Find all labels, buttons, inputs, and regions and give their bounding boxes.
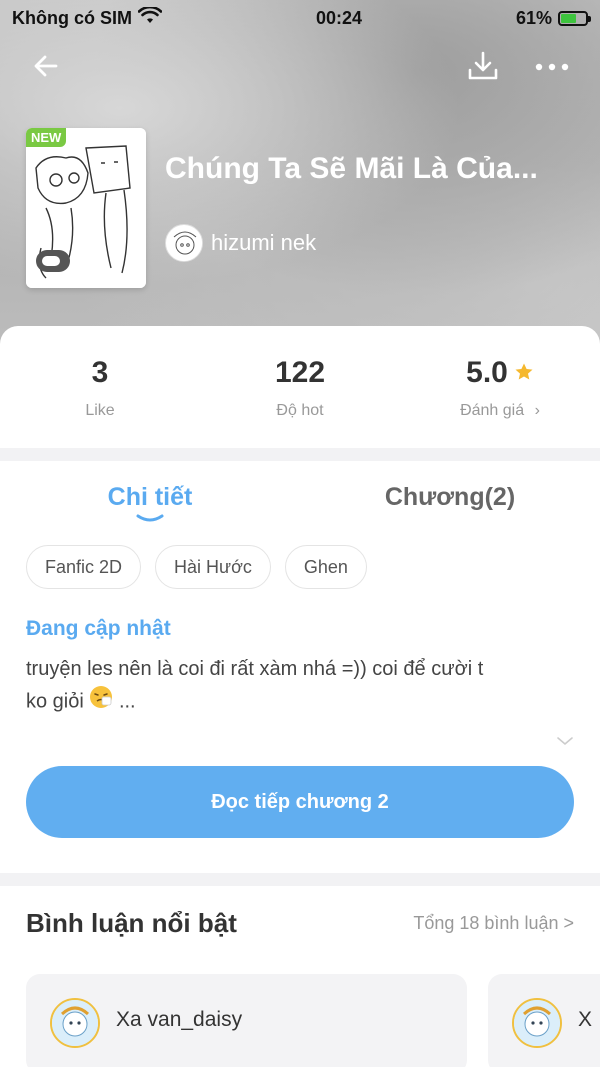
author-name: hizumi nek [211, 230, 317, 255]
battery-fill [560, 13, 576, 23]
status-bar: Không có SIM 00:24 61% [0, 0, 600, 36]
tag-chip[interactable]: Fanfic 2D [26, 545, 142, 589]
tag-chip[interactable]: Hài Hước [155, 545, 271, 589]
rating-value-row: 5.0 [466, 356, 534, 390]
star-icon [514, 356, 534, 390]
detail-section: Chi tiết Chương(2) Fanfic 2D Hài Hước Gh… [0, 461, 600, 873]
wifi-icon [137, 5, 163, 30]
tag-list: Fanfic 2D Hài Hước Ghen [0, 533, 600, 589]
story-description[interactable]: truyện les nên là coi đi rất xàm nhá =))… [26, 653, 546, 719]
stat-like: 3 Like [0, 326, 200, 448]
commenter-name: Xa van_daisy [116, 1008, 243, 1031]
status-right: 61% [515, 7, 591, 29]
like-label: Like [85, 402, 115, 419]
comments-section: Bình luận nổi bật Tổng 18 bình luận > Xa… [0, 886, 600, 1067]
chevron-right-icon: › [534, 402, 540, 419]
description-line-1: truyện les nên là coi đi rất xàm nhá =))… [26, 658, 484, 680]
more-icon[interactable] [534, 59, 570, 77]
comment-card[interactable]: Xa van_daisy [26, 974, 467, 1067]
continue-reading-button[interactable]: Đọc tiếp chương 2 [26, 766, 574, 838]
comments-header: Bình luận nổi bật Tổng 18 bình luận > [0, 886, 600, 939]
rating-label: Đánh giá [460, 402, 525, 419]
nav-actions [466, 49, 570, 88]
comment-card[interactable]: X [488, 974, 600, 1067]
hot-count: 122 [274, 356, 326, 389]
stat-rating[interactable]: 5.0 Đánh giá › [400, 326, 600, 448]
description-line-2: ko giỏi [26, 690, 84, 713]
battery-percent: 61% [515, 7, 552, 28]
battery-icon [557, 10, 591, 26]
tab-detail-label: Chi tiết [107, 483, 193, 511]
new-badge: NEW [26, 128, 67, 147]
author-avatar [165, 224, 203, 262]
cover-sketch-image [26, 128, 146, 288]
update-status: Đang cập nhật [26, 617, 171, 640]
commenter-avatar [512, 998, 562, 1048]
clock: 00:24 [315, 7, 362, 28]
hot-label: Độ hot [276, 402, 324, 419]
stats-panel: 3 Like 122 Độ hot 5.0 Đánh giá › [0, 326, 600, 448]
story-cover[interactable]: NEW [26, 128, 146, 288]
like-count: 3 [91, 356, 109, 389]
download-icon[interactable] [466, 49, 500, 88]
chevron-down-icon[interactable] [556, 733, 574, 751]
tab-chapters-label: Chương(2) [384, 483, 516, 511]
tab-active-indicator [136, 514, 164, 522]
stat-hot: 122 Độ hot [200, 326, 400, 448]
back-arrow-icon[interactable] [32, 52, 60, 85]
comments-title: Bình luận nổi bật [26, 908, 237, 938]
tag-chip[interactable]: Ghen [284, 545, 367, 589]
tab-chapters[interactable]: Chương(2) [300, 461, 600, 533]
status-left: Không có SIM [12, 5, 163, 30]
description-ellipsis: ... [118, 690, 136, 713]
comments-total-link[interactable]: Tổng 18 bình luận > [413, 913, 574, 934]
author-row[interactable]: hizumi nek [165, 224, 316, 262]
commenter-avatar [50, 998, 100, 1048]
carrier-label: Không có SIM [12, 7, 132, 28]
rating-value: 5.0 [466, 356, 508, 389]
tab-detail[interactable]: Chi tiết [0, 461, 300, 533]
tab-bar: Chi tiết Chương(2) [0, 461, 600, 533]
story-title: Chúng Ta Sẽ Mãi Là Của... [165, 152, 538, 185]
top-navigation [0, 44, 600, 92]
sneezing-face-icon [89, 685, 113, 719]
commenter-name: X [578, 1008, 593, 1031]
rating-label-row: Đánh giá › [460, 402, 540, 420]
